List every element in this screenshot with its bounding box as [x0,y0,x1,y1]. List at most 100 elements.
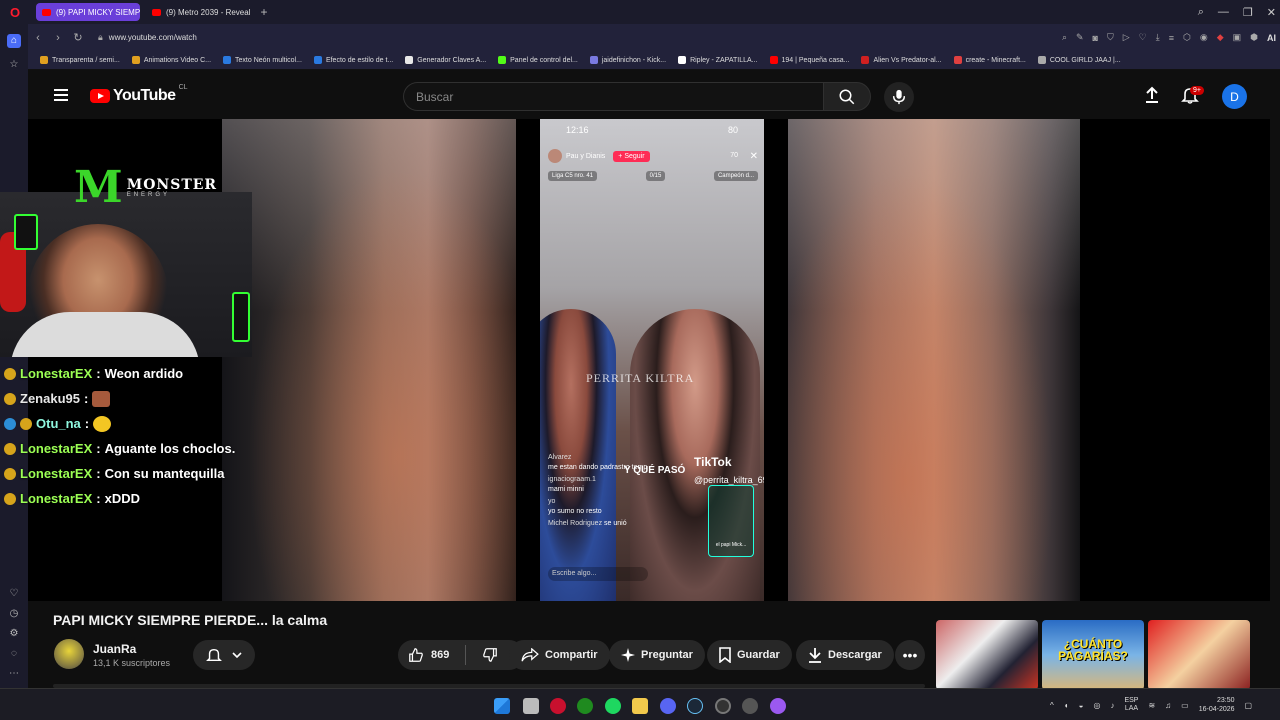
zoom-icon[interactable]: ⌕ [1062,32,1067,43]
chat-text: xDDD [104,491,140,506]
thumbs-up-icon [409,648,423,662]
cube-icon[interactable]: ⬡ [1183,32,1191,43]
voice-search-button[interactable] [884,82,914,112]
account-icon[interactable]: ◉ [1200,32,1208,43]
mic-tray-icon[interactable]: ♪ [1110,701,1114,710]
history-icon[interactable]: ◷ [7,607,21,621]
channel-name[interactable]: JuanRa [93,642,136,656]
more-icon[interactable]: ⋯ [7,667,21,681]
recommendation-thumbnail[interactable] [1148,620,1250,690]
bookmark-item[interactable]: 194 | Pequeña casa... [769,56,849,64]
opera-taskbar-icon[interactable] [550,698,566,714]
bookmark-item[interactable]: Alien Vs Predator-al... [861,56,942,64]
recommendation-thumbnail[interactable] [936,620,1038,690]
panel-icon[interactable]: ▣ [1233,32,1242,43]
url-field[interactable]: www.youtube.com/watch [109,33,197,42]
subscriber-count: 13,1 K suscriptores [93,658,171,668]
like-button[interactable]: 869 [398,640,459,670]
heart-icon[interactable]: ♡ [1139,32,1147,43]
more-actions-button[interactable]: ••• [895,640,925,670]
heart-icon[interactable]: ♡ [7,587,21,601]
bookmark-item[interactable]: create - Minecraft... [953,56,1026,64]
tab-label: (9) PAPI MICKY SIEMPRE [56,7,140,17]
bookmark-item[interactable]: Animations Video C... [131,56,212,64]
new-tab-button[interactable]: + [256,4,272,20]
menu-icon[interactable]: ≡ [1169,33,1174,43]
home-icon[interactable]: ⌂ [7,34,21,48]
spotify-icon[interactable] [605,698,621,714]
language-indicator[interactable]: ESP LAA [1124,697,1138,713]
tray-app-icon[interactable]: ◒ [1079,701,1084,710]
notification-center-icon[interactable]: ▢ [1245,701,1253,710]
download-icon[interactable]: ⤓ [1156,32,1160,43]
bulb-icon[interactable]: ◌ [7,647,21,661]
minimize-icon[interactable]: — [1218,6,1229,18]
forward-icon[interactable]: › [48,32,68,44]
pin-icon[interactable]: ☆ [7,58,21,72]
opera-logo[interactable]: O [0,0,30,24]
bookmark-item[interactable]: Efecto de estilo de t... [313,56,394,64]
download-button[interactable]: Descargar [796,640,894,670]
bookmark-label: Efecto de estilo de t... [325,56,394,64]
ai-button[interactable]: AI [1267,33,1276,43]
tray-app-icon[interactable]: ◖ [1064,701,1069,710]
shield-icon[interactable]: ⛉ [1107,32,1114,43]
back-icon[interactable]: ‹ [28,32,48,44]
battery-icon[interactable]: ▭ [1181,701,1189,710]
ask-button[interactable]: Preguntar [609,640,705,670]
reload-icon[interactable]: ↻ [68,31,88,44]
extension-icon[interactable]: ◆ [1217,32,1224,43]
share-label: Compartir [545,649,598,661]
chevron-up-icon[interactable]: ^ [1050,701,1054,710]
sparkle-icon [621,648,635,662]
task-view-icon[interactable] [523,698,539,714]
search-tabs-icon[interactable]: ⌕ [1198,6,1204,19]
save-button[interactable]: Guardar [707,640,792,670]
maximize-icon[interactable]: ❐ [1243,6,1253,19]
share-icon [521,648,539,662]
discord-icon[interactable] [660,698,676,714]
bookmark-favicon-icon [861,56,870,64]
steam-tray-icon[interactable]: ◎ [1093,701,1100,710]
upload-button[interactable] [1142,85,1162,105]
tab-active[interactable]: (9) PAPI MICKY SIEMPRE [36,3,140,21]
xbox-icon[interactable] [577,698,593,714]
play-icon[interactable]: ▷ [1123,32,1130,43]
bookmark-item[interactable]: COOL GIRLD JAAJ |... [1037,56,1121,64]
close-window-icon[interactable]: ✕ [1267,6,1276,19]
volume-icon[interactable]: ♫ [1165,701,1171,710]
clock[interactable]: 23:50 16-04-2026 [1199,696,1235,714]
app-icon[interactable] [770,698,786,714]
bookmark-label: Animations Video C... [143,56,212,64]
dislike-button[interactable] [472,640,508,670]
wifi-icon[interactable]: ≋ [1148,701,1155,710]
camera-icon[interactable]: ◙ [1093,33,1098,43]
chat-username: Otu_na [36,416,81,431]
obs-icon[interactable] [715,698,731,714]
share-button[interactable]: Compartir [509,640,610,670]
bookmark-item[interactable]: Panel de control del... [498,56,578,64]
bookmark-item[interactable]: jaidefinichon - Kick... [589,56,666,64]
bookmark-favicon-icon [498,56,507,64]
recommendation-thumbnail[interactable]: ¿CUÁNTO PAGARÍAS? [1042,620,1144,690]
youtube-logo[interactable]: YouTube CL [90,84,188,105]
hamburger-menu-icon[interactable] [54,89,68,101]
bookmark-item[interactable]: Generador Claves A... [405,56,486,64]
settings-icon[interactable]: ⚙ [7,627,21,641]
bookmark-item[interactable]: Transparenta / semi... [40,56,120,64]
channel-avatar[interactable] [54,639,84,669]
search-input[interactable] [416,89,823,104]
account-avatar[interactable]: D [1222,84,1247,109]
tab-inactive[interactable]: (9) Metro 2039 - Reveal Tr [146,3,250,21]
bookmark-item[interactable]: Ripley - ZAPATILLA... [678,56,758,64]
subscribed-button[interactable] [193,640,255,670]
edit-icon[interactable]: ✎ [1076,32,1084,43]
steam-icon[interactable] [687,698,703,714]
bookmark-favicon-icon [953,56,962,64]
windows-start-icon[interactable] [494,698,510,714]
bookmark-item[interactable]: Texto Neón multicol... [223,56,302,64]
folder-icon[interactable] [632,698,648,714]
search-button[interactable] [823,82,871,111]
settings-icon[interactable] [742,698,758,714]
box-icon[interactable]: ⬢ [1250,32,1258,43]
